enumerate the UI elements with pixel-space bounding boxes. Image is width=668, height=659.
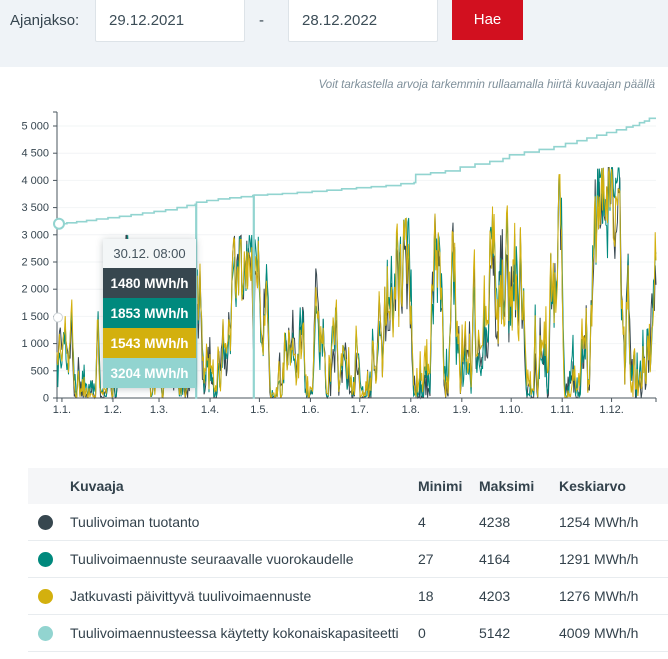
series-average: 1254 MWh/h (559, 514, 668, 530)
series-max: 5142 (479, 625, 559, 641)
series-color-swatch (38, 552, 53, 567)
legend-header-maksimi: Maksimi (479, 478, 559, 494)
series-max: 4164 (479, 551, 559, 567)
svg-text:1 500: 1 500 (21, 311, 49, 323)
series-average: 1291 MWh/h (559, 551, 668, 567)
legend-header-keskiarvo: Keskiarvo (559, 478, 668, 494)
svg-text:1.10.: 1.10. (499, 404, 523, 416)
date-range-separator: - (259, 12, 264, 29)
legend-row: Tuulivoimaennuste seuraavalle vuorokaude… (28, 541, 668, 578)
tooltip-value-row: 1853 MWh/h (103, 298, 196, 328)
series-name: Jatkuvasti päivittyvä tuulivoimaennuste (70, 588, 418, 604)
legend-row: Jatkuvasti päivittyvä tuulivoimaennuste1… (28, 578, 668, 615)
svg-text:1.11.: 1.11. (550, 404, 574, 416)
svg-text:3 500: 3 500 (21, 202, 49, 214)
svg-text:1.8.: 1.8. (402, 404, 420, 416)
legend-header-minimi: Minimi (418, 478, 479, 494)
chart-tooltip: 30.12. 08:00 1480 MWh/h1853 MWh/h1543 MW… (103, 239, 196, 388)
svg-text:1.9.: 1.9. (453, 404, 471, 416)
search-button[interactable]: Hae (452, 0, 523, 40)
date-range-label: Ajanjakso: (10, 12, 79, 29)
legend-row: Tuulivoiman tuotanto442381254 MWh/h (28, 504, 668, 541)
start-date-input[interactable] (95, 0, 245, 42)
tooltip-value-row: 1480 MWh/h (103, 268, 196, 298)
series-average: 4009 MWh/h (559, 625, 668, 641)
svg-text:0: 0 (43, 393, 49, 405)
svg-text:500: 500 (31, 365, 49, 377)
legend-header-row: Kuvaaja Minimi Maksimi Keskiarvo (28, 468, 668, 504)
series-min: 0 (418, 625, 479, 641)
svg-text:1.7.: 1.7. (351, 404, 369, 416)
svg-text:1.4.: 1.4. (201, 404, 219, 416)
tooltip-value-row: 3204 MWh/h (103, 358, 196, 388)
svg-text:1.2.: 1.2. (104, 404, 122, 416)
chart-panel: Voit tarkastella arvoja tarkemmin rullaa… (0, 67, 668, 659)
svg-text:4 500: 4 500 (21, 148, 49, 160)
series-color-swatch (38, 626, 53, 641)
series-name: Tuulivoiman tuotanto (70, 514, 418, 530)
date-range-toolbar: Ajanjakso: - Hae (0, 0, 668, 67)
svg-text:1.12.: 1.12. (599, 404, 623, 416)
series-color-swatch (38, 515, 53, 530)
svg-text:2 500: 2 500 (21, 257, 49, 269)
series-average: 1276 MWh/h (559, 588, 668, 604)
tooltip-timestamp: 30.12. 08:00 (103, 239, 196, 268)
svg-text:1.3.: 1.3. (150, 404, 168, 416)
series-name: Tuulivoimaennusteessa käytetty kokonaisk… (70, 625, 418, 641)
svg-text:1.1.: 1.1. (53, 404, 71, 416)
svg-text:3 000: 3 000 (21, 229, 49, 241)
zoom-hint-text: Voit tarkastella arvoja tarkemmin rullaa… (319, 79, 655, 91)
series-legend-table: Kuvaaja Minimi Maksimi Keskiarvo Tuulivo… (28, 468, 668, 652)
series-max: 4203 (479, 588, 559, 604)
svg-text:5 000: 5 000 (21, 121, 49, 133)
svg-text:1.5.: 1.5. (250, 404, 268, 416)
legend-header-kuvaaja: Kuvaaja (70, 478, 418, 494)
end-date-input[interactable] (288, 0, 438, 42)
svg-text:4 000: 4 000 (21, 175, 49, 187)
series-min: 27 (418, 551, 479, 567)
series-max: 4238 (479, 514, 559, 530)
wind-power-chart[interactable]: 0 500 1 000 1 500 2 000 2 500 3 000 3 500 4 000 4… (0, 95, 668, 435)
series-min: 18 (418, 588, 479, 604)
tooltip-value-row: 1543 MWh/h (103, 328, 196, 358)
series-name: Tuulivoimaennuste seuraavalle vuorokaude… (70, 551, 418, 567)
series-color-swatch (38, 589, 53, 604)
svg-text:1.6.: 1.6. (301, 404, 319, 416)
series-min: 4 (418, 514, 479, 530)
svg-text:1 000: 1 000 (21, 338, 49, 350)
legend-row: Tuulivoimaennusteessa käytetty kokonaisk… (28, 615, 668, 652)
svg-text:2 000: 2 000 (21, 284, 49, 296)
